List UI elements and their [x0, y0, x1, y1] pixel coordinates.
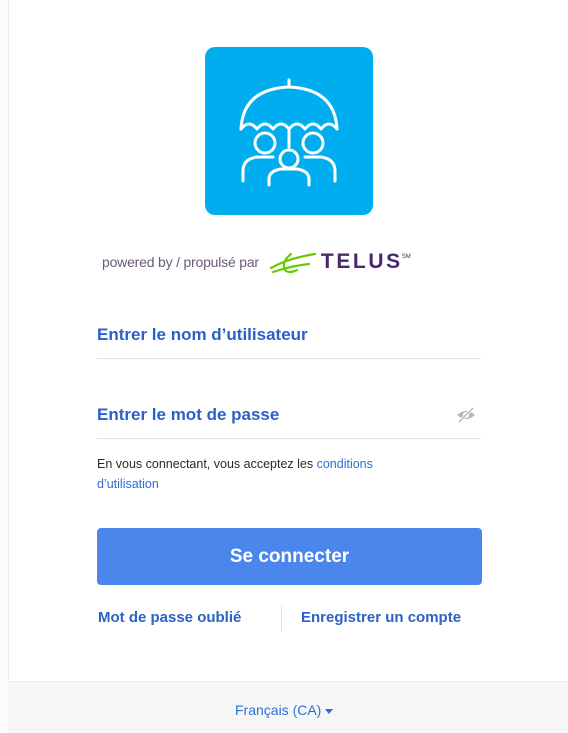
- caret-down-icon: [325, 708, 334, 714]
- family-umbrella-icon: [239, 78, 339, 187]
- terms-text: En vous connectant, vous acceptez les: [97, 457, 314, 471]
- terms-notice: En vous connectant, vous acceptez les co…: [97, 454, 427, 494]
- account-links: Mot de passe oublié Enregistrer un compt…: [97, 604, 485, 634]
- login-page: powered by / propulsé par TELUS SM En vo…: [0, 0, 568, 733]
- powered-by-row: powered by / propulsé par TELUS SM: [102, 250, 411, 274]
- password-field: [97, 396, 481, 439]
- partner-name: TELUS: [320, 250, 403, 273]
- username-field: [97, 316, 481, 359]
- partner-logo: TELUS SM: [269, 250, 411, 274]
- eye-slash-icon[interactable]: [455, 406, 477, 424]
- window-edge: [0, 0, 9, 732]
- login-button[interactable]: Se connecter: [97, 528, 482, 585]
- footer: Français (CA): [8, 681, 568, 733]
- register-link[interactable]: Enregistrer un compte: [301, 609, 461, 626]
- username-input[interactable]: [97, 320, 437, 350]
- app-logo: [205, 47, 373, 215]
- forgot-password-link[interactable]: Mot de passe oublié: [98, 609, 241, 626]
- partner-service-mark: SM: [401, 254, 411, 260]
- password-input[interactable]: [97, 400, 437, 430]
- links-divider: [281, 605, 282, 632]
- language-label: Français (CA): [235, 702, 322, 718]
- telus-leaf-icon: [269, 252, 316, 274]
- language-selector[interactable]: Français (CA): [235, 702, 334, 718]
- powered-by-text: powered by / propulsé par: [102, 254, 259, 270]
